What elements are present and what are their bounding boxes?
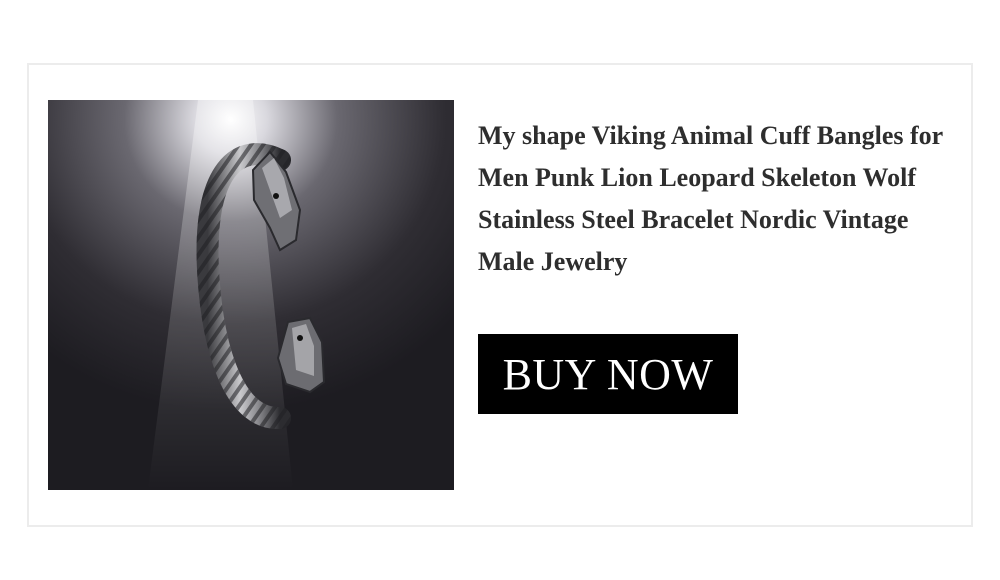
buy-now-button[interactable]: BUY NOW [478, 334, 738, 414]
product-image[interactable] [48, 100, 454, 490]
product-title: My shape Viking Animal Cuff Bangles for … [478, 121, 943, 276]
